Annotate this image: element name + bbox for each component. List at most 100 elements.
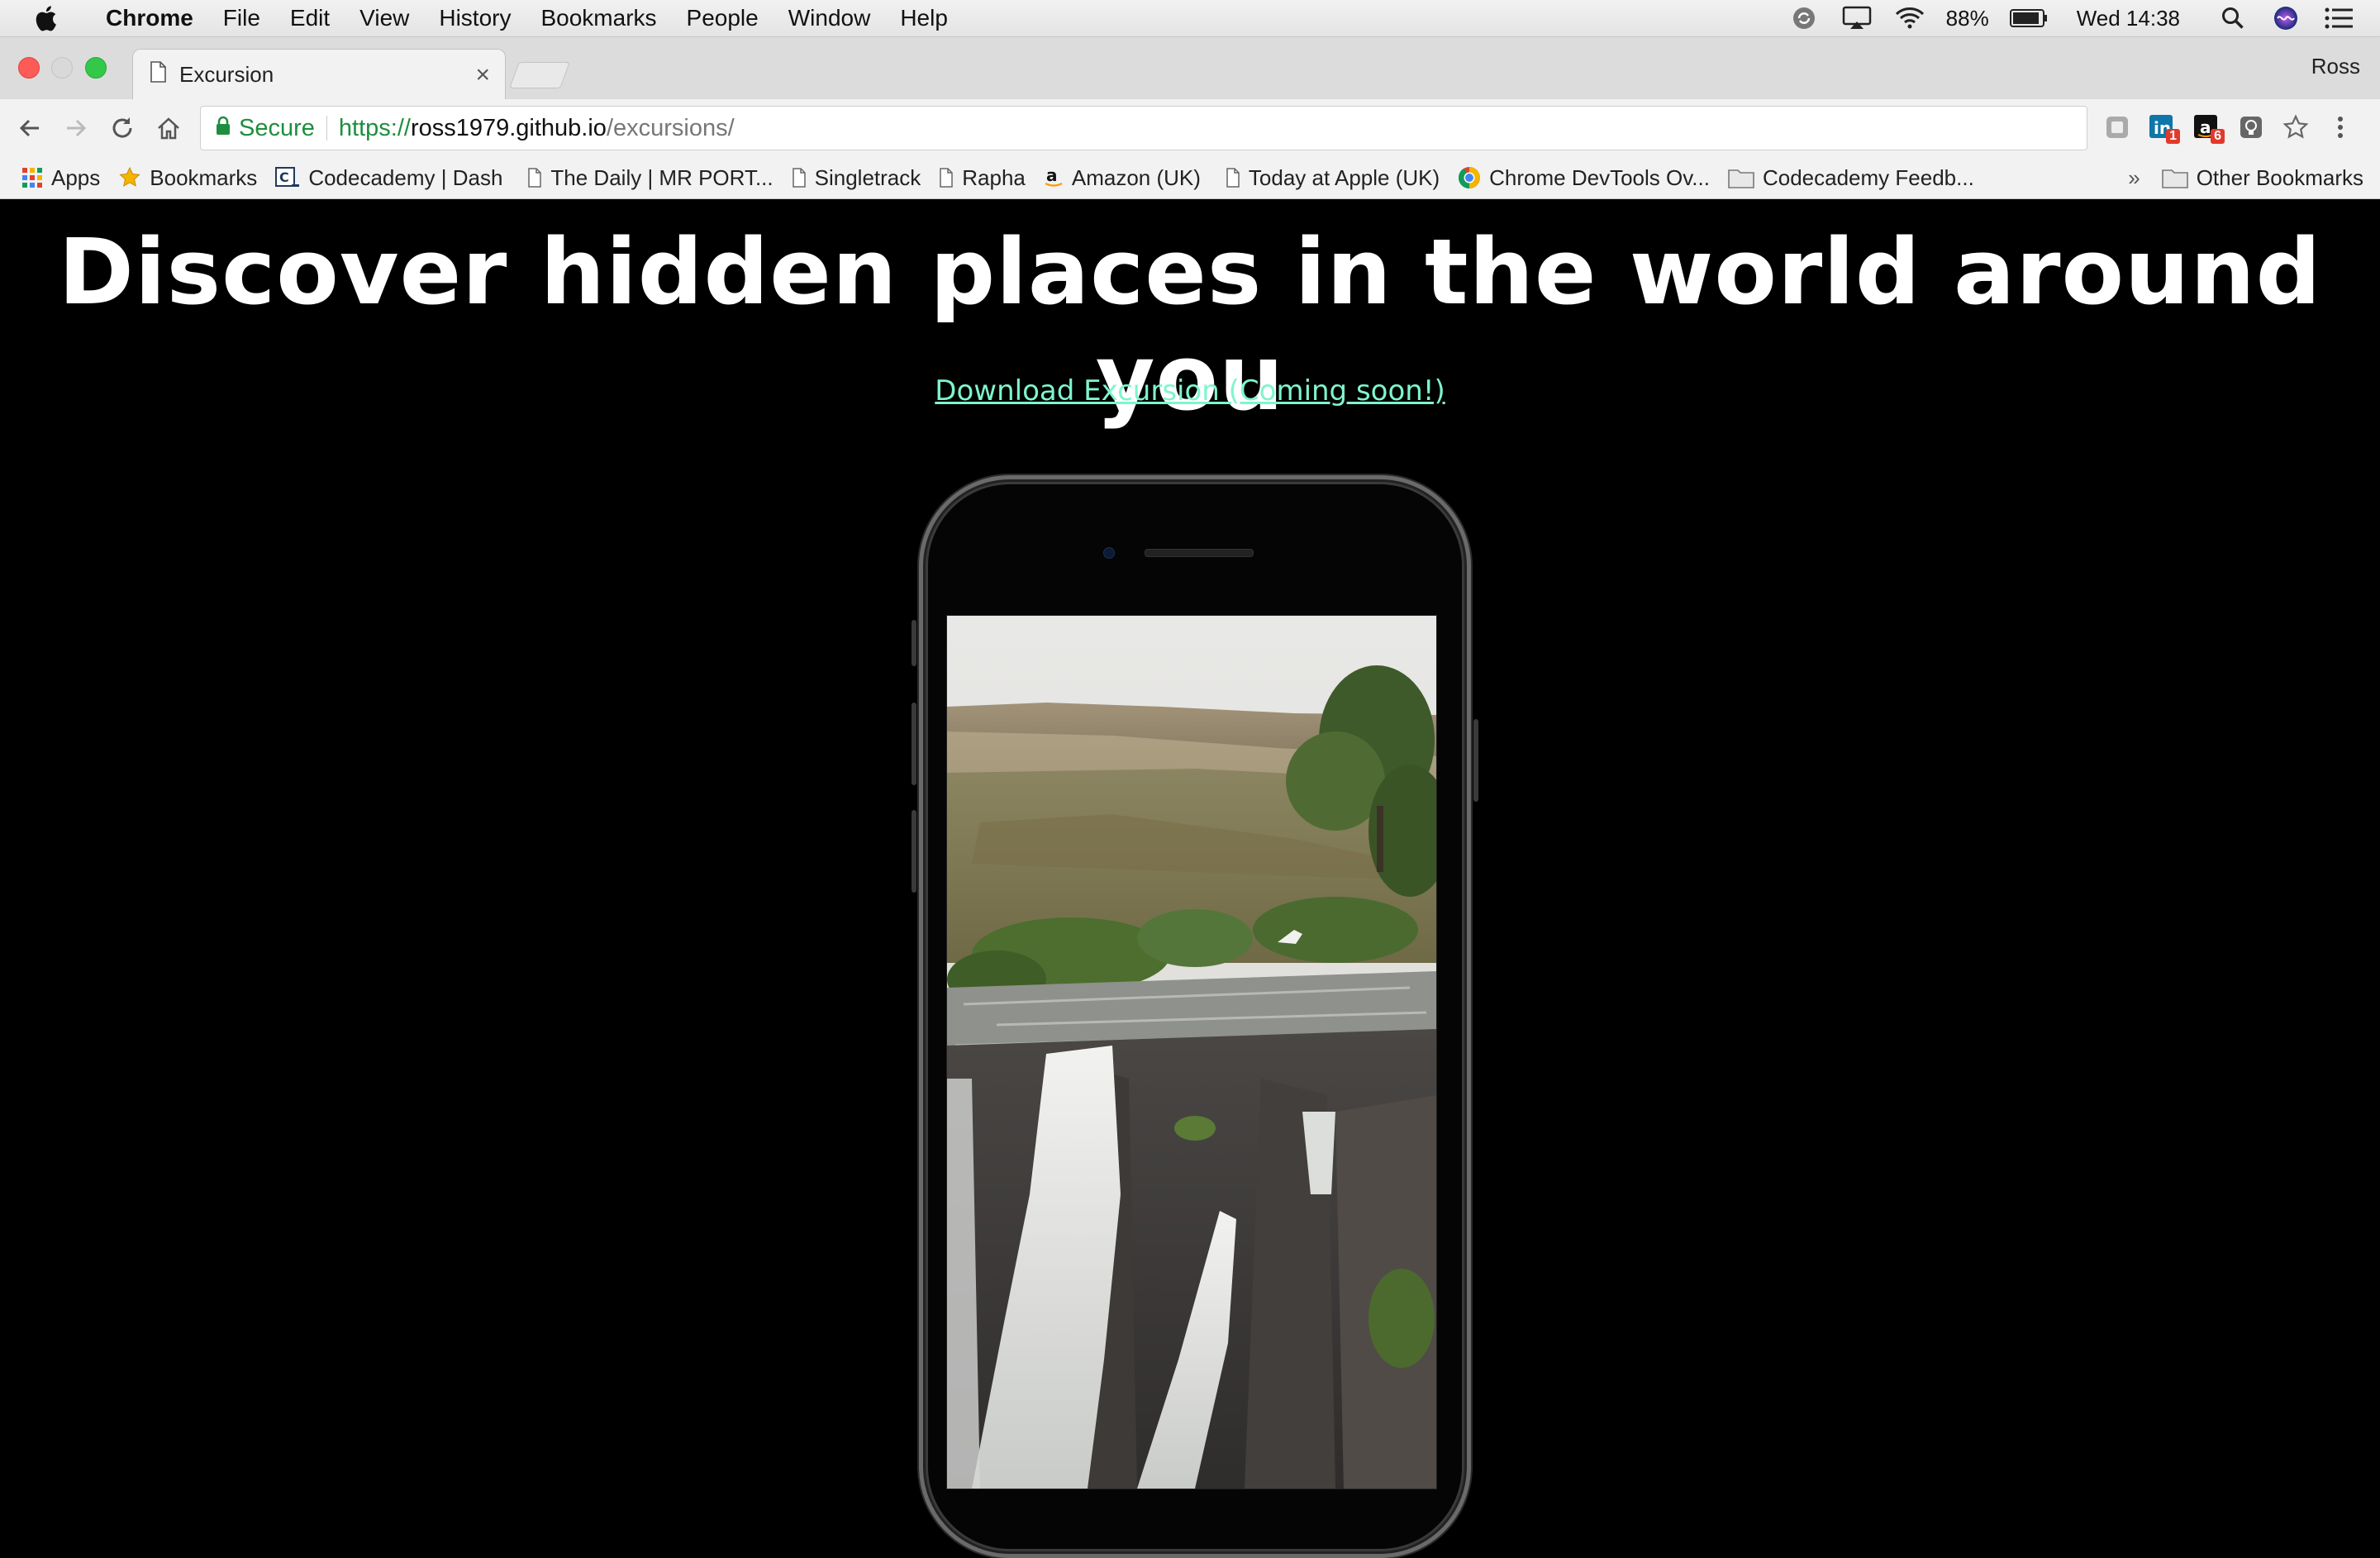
menubar-clock[interactable]: Wed 14:38: [2077, 6, 2180, 31]
bookmark-label: Amazon (UK): [1071, 164, 1201, 190]
bookmark-label: Singletrack: [814, 164, 921, 190]
bookmark-codecademy-feedback[interactable]: Codecademy Feedb...: [1728, 165, 1974, 191]
menu-file[interactable]: File: [208, 5, 275, 31]
notification-center-icon[interactable]: [2322, 3, 2355, 33]
bookmark-label: Today at Apple (UK): [1248, 164, 1440, 190]
menu-app-name[interactable]: Chrome: [91, 5, 208, 31]
bookmark-label: Chrome DevTools Ov...: [1489, 164, 1710, 190]
menu-help[interactable]: Help: [885, 5, 963, 31]
menu-view[interactable]: View: [345, 5, 424, 31]
apps-grid-icon: [21, 167, 43, 188]
page-icon: [939, 168, 954, 188]
amazon-badge: 6: [2211, 129, 2225, 144]
menu-bookmarks[interactable]: Bookmarks: [526, 5, 671, 31]
codecademy-icon: C: [275, 166, 300, 189]
menu-window[interactable]: Window: [774, 5, 886, 31]
battery-icon[interactable]: [2009, 3, 2049, 33]
bookmark-today-at-apple[interactable]: Today at Apple (UK): [1226, 165, 1440, 191]
bookmark-label: Apps: [51, 164, 101, 190]
siri-icon[interactable]: [2269, 3, 2302, 33]
chrome-icon: [1458, 166, 1481, 189]
front-camera: [1103, 547, 1115, 559]
address-bar[interactable]: Secure https://ross1979.github.io/excurs…: [200, 106, 2087, 150]
folder-icon: [2161, 167, 2188, 188]
phone-mute-switch: [912, 620, 916, 666]
bookmark-label: Codecademy Feedb...: [1762, 164, 1974, 190]
back-arrow-icon[interactable]: [7, 105, 53, 151]
web-page-content: Discover hidden places in the world arou…: [0, 199, 2380, 1558]
bookmark-other-bookmarks[interactable]: Other Bookmarks: [2161, 164, 2363, 191]
url-path: /excursions/: [606, 114, 735, 141]
battery-percent: 88%: [1945, 5, 1989, 31]
phone-volume-up-button: [912, 703, 916, 785]
bookmark-codecademy-dash[interactable]: C Codecademy | Dash: [275, 165, 502, 191]
window-zoom-button[interactable]: [85, 57, 107, 79]
tab-excursion[interactable]: Excursion ×: [132, 49, 506, 100]
chrome-menu-icon[interactable]: [2322, 106, 2359, 149]
secure-label[interactable]: Secure: [239, 115, 315, 142]
page-icon: [1226, 168, 1240, 188]
bookmark-rapha[interactable]: Rapha: [939, 165, 1026, 191]
amazon-extension-icon[interactable]: a 6: [2188, 106, 2225, 149]
bookmark-bookmarks[interactable]: Bookmarks: [118, 165, 257, 191]
amazon-icon: a: [1044, 167, 1064, 188]
new-tab-button[interactable]: [509, 62, 570, 88]
page-icon: [792, 168, 807, 188]
airplay-icon[interactable]: [1840, 3, 1873, 33]
spotlight-search-icon[interactable]: [2216, 3, 2249, 33]
lightbulb-extension-icon[interactable]: [2233, 106, 2269, 149]
window-minimize-button[interactable]: [51, 57, 73, 79]
forward-arrow-icon[interactable]: [53, 105, 99, 151]
phone-earpiece: [1145, 549, 1254, 557]
bookmark-star-icon[interactable]: [2278, 106, 2314, 149]
bookmark-label: Other Bookmarks: [2196, 164, 2363, 190]
url-host: ross1979.github.io: [410, 114, 607, 141]
profile-name[interactable]: Ross: [2311, 54, 2360, 79]
wifi-icon[interactable]: [1893, 3, 1926, 33]
bookmarks-overflow-chevron-icon[interactable]: »: [2128, 165, 2140, 191]
home-icon[interactable]: [145, 105, 192, 151]
sync-icon[interactable]: [1787, 3, 1821, 33]
bookmark-the-daily[interactable]: The Daily | MR PORT...: [527, 164, 774, 191]
browser-toolbar: Secure https://ross1979.github.io/excurs…: [0, 99, 2380, 157]
star-icon: [118, 166, 141, 189]
download-link[interactable]: Download Excursion (Coming soon!): [0, 374, 2380, 407]
bookmarks-bar: Apps Bookmarks C Codecademy | Dash The D…: [0, 157, 2380, 199]
apple-menu-icon[interactable]: [0, 4, 91, 32]
tab-strip: Excursion × Ross: [0, 37, 2380, 100]
bookmark-label: Bookmarks: [150, 164, 258, 190]
bookmark-singletrack[interactable]: Singletrack: [792, 165, 921, 191]
bookmark-apps[interactable]: Apps: [21, 165, 100, 191]
status-area: 88% Wed 14:38: [1787, 3, 2380, 33]
svg-text:a: a: [2200, 117, 2211, 137]
linkedin-extension-icon[interactable]: in 1: [2144, 106, 2180, 149]
window-close-button[interactable]: [18, 57, 40, 79]
waterfall-landscape-image: [947, 616, 1436, 1489]
bookmark-chrome-devtools[interactable]: Chrome DevTools Ov...: [1458, 165, 1710, 191]
macos-menu-bar: Chrome File Edit View History Bookmarks …: [0, 0, 2380, 37]
bookmarks-overflow-area: » Other Bookmarks: [2128, 165, 2380, 191]
bookmark-label: The Daily | MR PORT...: [550, 164, 774, 190]
reload-icon[interactable]: [99, 105, 145, 151]
phone-volume-down-button: [912, 810, 916, 893]
tab-close-icon[interactable]: ×: [475, 61, 490, 89]
url-scheme: https://: [338, 114, 411, 141]
iphone-mockup: [912, 475, 1478, 1558]
menu-history[interactable]: History: [424, 5, 526, 31]
linkedin-badge: 1: [2166, 129, 2180, 144]
phone-screen-video[interactable]: [946, 615, 1437, 1489]
folder-icon: [1728, 167, 1754, 188]
omnibox-divider: [326, 116, 327, 141]
extension-area: in 1 a 6: [2099, 106, 2359, 149]
menu-people[interactable]: People: [672, 5, 774, 31]
extension-gray-icon[interactable]: [2099, 106, 2135, 149]
svg-text:a: a: [1046, 167, 1058, 185]
lock-icon[interactable]: [216, 115, 231, 142]
bookmark-amazon-uk[interactable]: a Amazon (UK): [1044, 165, 1201, 191]
page-icon: [527, 168, 542, 188]
page-icon: [150, 61, 166, 88]
svg-text:C: C: [279, 169, 289, 185]
bookmark-label: Codecademy | Dash: [308, 164, 503, 190]
bookmark-label: Rapha: [962, 164, 1026, 190]
menu-edit[interactable]: Edit: [275, 5, 345, 31]
